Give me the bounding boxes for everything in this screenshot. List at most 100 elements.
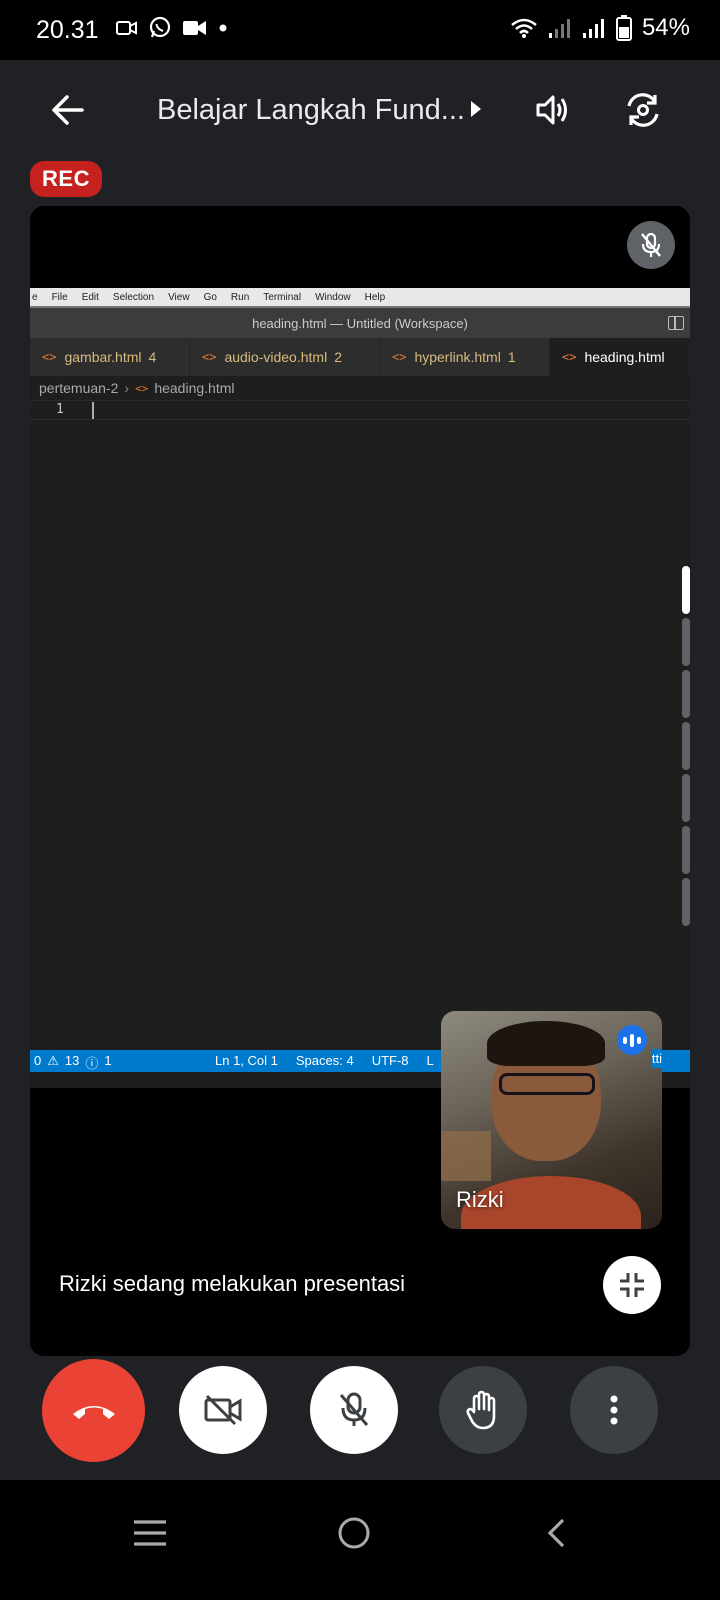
dot-icon [219, 24, 227, 32]
whatsapp-icon [149, 16, 171, 38]
more-vert-icon [610, 1395, 618, 1425]
editor-tab: <> gambar.html 4 [30, 338, 190, 376]
signal-weak-icon [548, 19, 570, 38]
line-number: 1 [56, 402, 64, 417]
breadcrumb-folder: pertemuan-2 [39, 380, 119, 396]
back-nav-button[interactable] [526, 1508, 586, 1558]
back-button[interactable] [40, 82, 96, 138]
editor-tab: <> audio-video.html 2 [190, 338, 380, 376]
status-time: 20.31 [36, 16, 99, 44]
battery-percentage: 54% [641, 14, 690, 41]
encoding: UTF-8 [371, 1053, 409, 1068]
menu-item-edit: Edit [81, 291, 99, 303]
breadcrumb: pertemuan-2 › <> heading.html [30, 376, 690, 400]
tab-problem-count: 2 [334, 349, 342, 365]
page-indicator [682, 722, 690, 770]
switch-camera-icon [627, 93, 659, 127]
cursor-position: Ln 1, Col 1 [215, 1053, 278, 1068]
participant-glasses [499, 1073, 595, 1095]
signal-strong-icon [582, 19, 604, 38]
switch-camera-button[interactable] [618, 85, 668, 135]
wifi-icon [511, 18, 537, 38]
fullscreen-exit-icon [620, 1273, 644, 1297]
html-file-icon: <> [392, 350, 407, 364]
menu-item-view: View [168, 291, 190, 303]
presenting-message: Rizki sedang melakukan presentasi [59, 1271, 406, 1296]
speaker-button[interactable] [528, 85, 578, 135]
page-indicator [682, 774, 690, 822]
menu-item-selection: Selection [112, 291, 155, 303]
info-icon: ⓘ [85, 1056, 99, 1071]
breadcrumb-file: heading.html [154, 380, 235, 396]
microphone-toggle-button[interactable] [310, 1366, 398, 1454]
camera-toggle-button[interactable] [179, 1366, 267, 1454]
recents-button[interactable] [120, 1508, 180, 1558]
hand-icon [466, 1390, 496, 1430]
menu-item-terminal: Terminal [263, 291, 302, 303]
error-count: 0 [34, 1053, 42, 1068]
system-status: 54% [510, 14, 690, 42]
layout-toggle-icon [668, 316, 684, 330]
text-cursor [92, 402, 94, 419]
status-bar: 20.31 54% [0, 0, 720, 60]
arrow-back-icon [52, 95, 84, 125]
page-indicator [682, 878, 690, 926]
notification-icons [116, 16, 228, 40]
menu-icon [134, 1520, 166, 1546]
page-indicator [682, 670, 690, 718]
tab-label: gambar.html [64, 349, 142, 365]
warning-count: 13 [64, 1053, 80, 1068]
menu-item-window: Window [315, 291, 351, 303]
camera-off-icon [204, 1394, 242, 1426]
editor-status-items: Ln 1, Col 1 Spaces: 4 UTF-8 L [215, 1053, 434, 1068]
end-call-button[interactable] [42, 1359, 145, 1462]
volume-icon [536, 95, 567, 125]
meeting-top-bar: Belajar Langkah Fund... [0, 60, 720, 160]
html-file-icon: <> [202, 350, 217, 364]
html-file-icon: <> [562, 350, 577, 364]
home-circle-icon [338, 1517, 370, 1549]
mic-off-icon [339, 1392, 369, 1426]
cut-off-status-text: tti [650, 1049, 662, 1068]
html-file-icon: <> [42, 350, 57, 364]
presenter-muted-indicator [627, 221, 675, 269]
page-indicator-active [682, 566, 690, 614]
indentation: Spaces: 4 [295, 1053, 354, 1068]
menu-item: e [32, 291, 38, 303]
vscode-window-title: heading.html — Untitled (Workspace) [252, 315, 468, 331]
participant-hair [487, 1021, 605, 1066]
menu-item-run: Run [230, 291, 250, 303]
page-indicator [682, 618, 690, 666]
tab-label: hyperlink.html [414, 349, 501, 365]
expand-arrow-icon[interactable] [470, 100, 482, 118]
info-count: 1 [104, 1053, 112, 1068]
tab-problem-count: 1 [507, 349, 516, 365]
editor-line: 1 [30, 400, 690, 420]
html-file-icon: <> [135, 381, 149, 395]
minimize-button[interactable] [603, 1256, 661, 1314]
raise-hand-button[interactable] [439, 1366, 527, 1454]
editor-tab-active: <> heading.html [550, 338, 690, 376]
more-options-button[interactable] [570, 1366, 658, 1454]
warning-icon: ⚠ [47, 1053, 59, 1068]
page-indicator [682, 826, 690, 874]
line-ending: L [426, 1053, 434, 1068]
tab-label: heading.html [584, 349, 665, 365]
participant-name: Rizki [456, 1187, 504, 1212]
shared-screen-vscode: e File Edit Selection View Go Run Termin… [30, 288, 690, 1088]
participant-tile-rizki[interactable]: Rizki tti [441, 1011, 662, 1229]
home-button[interactable] [324, 1508, 384, 1558]
tab-problem-count: 4 [148, 349, 157, 365]
video-camera-notification-icon [116, 21, 137, 35]
meeting-title[interactable]: Belajar Langkah Fund... [157, 94, 465, 127]
menu-item-help: Help [364, 291, 386, 303]
background-shelf [441, 1131, 491, 1181]
system-navigation-bar [0, 1480, 720, 1600]
menu-item-file: File [51, 291, 68, 303]
menu-item-go: Go [203, 291, 217, 303]
tab-label: audio-video.html [224, 349, 328, 365]
chevron-left-icon [547, 1518, 565, 1548]
phone-hangup-icon [72, 1405, 115, 1419]
editor-tabs: <> gambar.html 4 <> audio-video.html 2 <… [30, 338, 690, 376]
editor-tab: <> hyperlink.html 1 [380, 338, 550, 376]
